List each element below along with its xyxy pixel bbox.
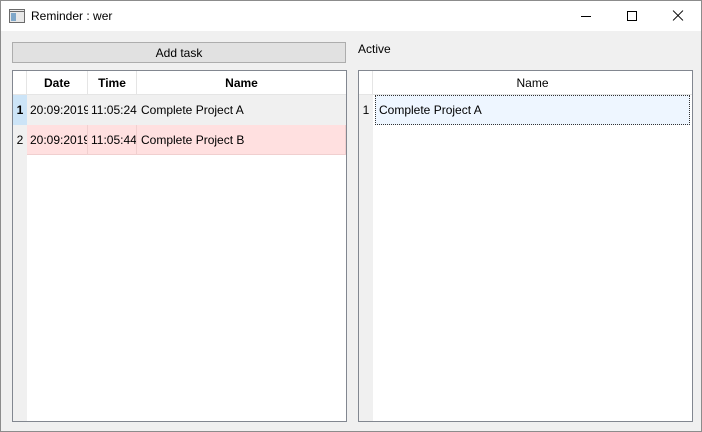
title-bar[interactable]: Reminder : wer <box>1 1 701 31</box>
maximize-button[interactable] <box>609 1 655 31</box>
name-cell[interactable]: Complete Project B <box>137 125 346 155</box>
close-button[interactable] <box>655 1 701 31</box>
name-cell[interactable]: Complete Project A <box>137 95 346 125</box>
minimize-icon <box>581 15 591 17</box>
tasks-table[interactable]: Date Time Name 1 20:09:2019 11:05:24 Com… <box>12 70 347 422</box>
main-window: Reminder : wer Add task Active Date Time… <box>0 0 702 432</box>
add-task-button[interactable]: Add task <box>12 42 346 63</box>
table-row[interactable]: 1 Complete Project A <box>359 95 692 125</box>
window-title: Reminder : wer <box>31 9 113 23</box>
app-window-icon <box>9 9 25 23</box>
active-table[interactable]: Name 1 Complete Project A <box>358 70 693 422</box>
corner-header[interactable] <box>359 71 373 95</box>
close-icon <box>672 10 684 22</box>
time-cell[interactable]: 11:05:44 <box>88 125 137 155</box>
column-header-time[interactable]: Time <box>88 71 137 95</box>
column-header-name[interactable]: Name <box>137 71 346 95</box>
column-header-name[interactable]: Name <box>373 71 692 95</box>
column-header-date[interactable]: Date <box>27 71 88 95</box>
table-row[interactable]: 1 20:09:2019 11:05:24 Complete Project A <box>13 95 346 125</box>
table-row[interactable]: 2 20:09:2019 11:05:44 Complete Project B <box>13 125 346 155</box>
date-cell[interactable]: 20:09:2019 <box>27 125 88 155</box>
minimize-button[interactable] <box>563 1 609 31</box>
corner-header[interactable] <box>13 71 27 95</box>
time-cell[interactable]: 11:05:24 <box>88 95 137 125</box>
name-cell[interactable]: Complete Project A <box>375 95 690 125</box>
active-label: Active <box>358 42 391 56</box>
row-number[interactable]: 1 <box>13 95 27 125</box>
row-number[interactable]: 2 <box>13 125 27 155</box>
row-number[interactable]: 1 <box>359 95 373 125</box>
maximize-icon <box>627 11 637 21</box>
date-cell[interactable]: 20:09:2019 <box>27 95 88 125</box>
